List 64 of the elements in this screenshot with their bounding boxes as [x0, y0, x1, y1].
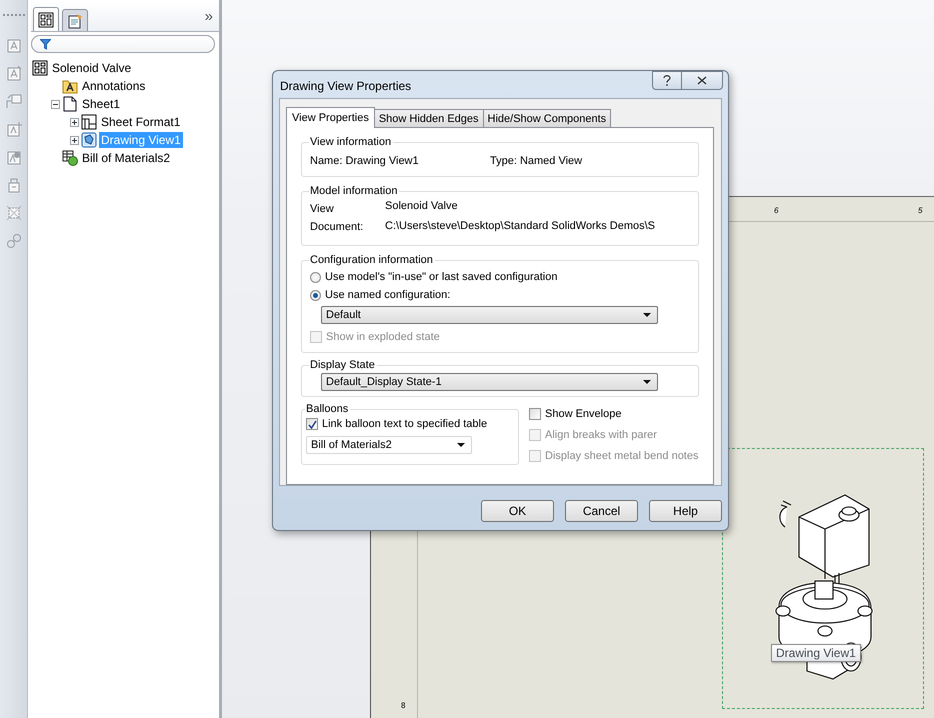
ok-button[interactable]: OK	[481, 500, 554, 522]
tree-item[interactable]: Annotations	[80, 78, 148, 94]
panel-tab[interactable]	[33, 7, 59, 31]
caret-icon	[643, 380, 651, 384]
expand-panel-button[interactable]: »	[204, 8, 213, 24]
sheet-format-icon	[81, 114, 97, 130]
group-title: Model information	[309, 185, 398, 197]
dialog-tab[interactable]: Show Hidden Edges	[374, 109, 484, 127]
view-icon	[81, 132, 97, 148]
checkbox-label: Show Envelope	[545, 408, 622, 420]
zone-label: 8	[401, 701, 406, 710]
radio-label: Use model's "in-use" or last saved configuration	[325, 271, 558, 283]
folder-icon	[62, 78, 78, 94]
check-icon	[308, 420, 316, 428]
dialog-title: Drawing View Properties	[280, 78, 412, 92]
caret-icon	[643, 313, 651, 317]
checkbox[interactable]	[306, 418, 318, 430]
checkbox-label: Display sheet metal bend notes	[545, 450, 698, 462]
expand-icon[interactable]	[70, 136, 79, 144]
drawing-icon	[32, 60, 48, 76]
table-dropdown[interactable]: Bill of Materials2	[306, 436, 472, 454]
group-title: Balloons	[305, 403, 350, 415]
group-title: Configuration information	[309, 254, 434, 266]
sheet-icon	[62, 96, 78, 112]
checkbox[interactable]	[529, 408, 541, 420]
radio-label: Use named configuration:	[325, 289, 450, 301]
view-name: Name: Drawing View1	[310, 155, 420, 167]
help-icon	[663, 75, 671, 86]
document-path: C:\Users\steve\Desktop\Standard SolidWorks Demos\S	[385, 218, 656, 234]
configuration-dropdown[interactable]: Default	[321, 306, 658, 324]
filter-field[interactable]	[31, 35, 215, 53]
display-state-dropdown[interactable]: Default_Display State-1	[321, 373, 658, 391]
expand-icon[interactable]	[70, 118, 79, 126]
zone-label: 5	[918, 206, 922, 215]
tree-item[interactable]: Bill of Materials2	[80, 150, 172, 166]
dialog-tab[interactable]: View Properties	[286, 107, 375, 128]
filter-icon	[40, 38, 51, 50]
cancel-button[interactable]: Cancel	[565, 500, 638, 522]
checkbox-label: Show in exploded state	[326, 331, 440, 343]
zone-label: 6	[774, 206, 778, 215]
radio-button[interactable]	[310, 290, 321, 300]
help-button[interactable]	[652, 71, 681, 90]
group-title: View information	[309, 136, 392, 148]
view-tooltip: Drawing View1	[771, 644, 861, 662]
checkbox-label: Align breaks with parer	[545, 429, 657, 441]
tree-icon	[38, 12, 54, 28]
collapse-icon[interactable]	[51, 100, 60, 108]
document-icon	[67, 12, 83, 28]
checkbox-label: Link balloon text to specified table	[322, 418, 488, 430]
close-icon	[697, 76, 707, 85]
caret-icon	[457, 443, 465, 447]
panel-tab[interactable]	[62, 9, 88, 31]
dialog-tab[interactable]: Hide/Show Components	[482, 109, 612, 127]
help-button[interactable]: Help	[649, 500, 722, 522]
group-title: Display State	[309, 359, 376, 371]
model-name: Solenoid Valve	[385, 199, 459, 214]
tree-item[interactable]: Sheet1	[80, 96, 122, 112]
radio-button[interactable]	[310, 272, 321, 282]
tree-item[interactable]: Solenoid Valve	[50, 60, 134, 76]
view-type: Type: Named View	[490, 155, 582, 167]
tree-item[interactable]: Sheet Format1	[99, 114, 182, 130]
field-label: View Document:	[310, 202, 364, 235]
table-icon	[62, 150, 78, 166]
close-button[interactable]	[681, 71, 723, 90]
